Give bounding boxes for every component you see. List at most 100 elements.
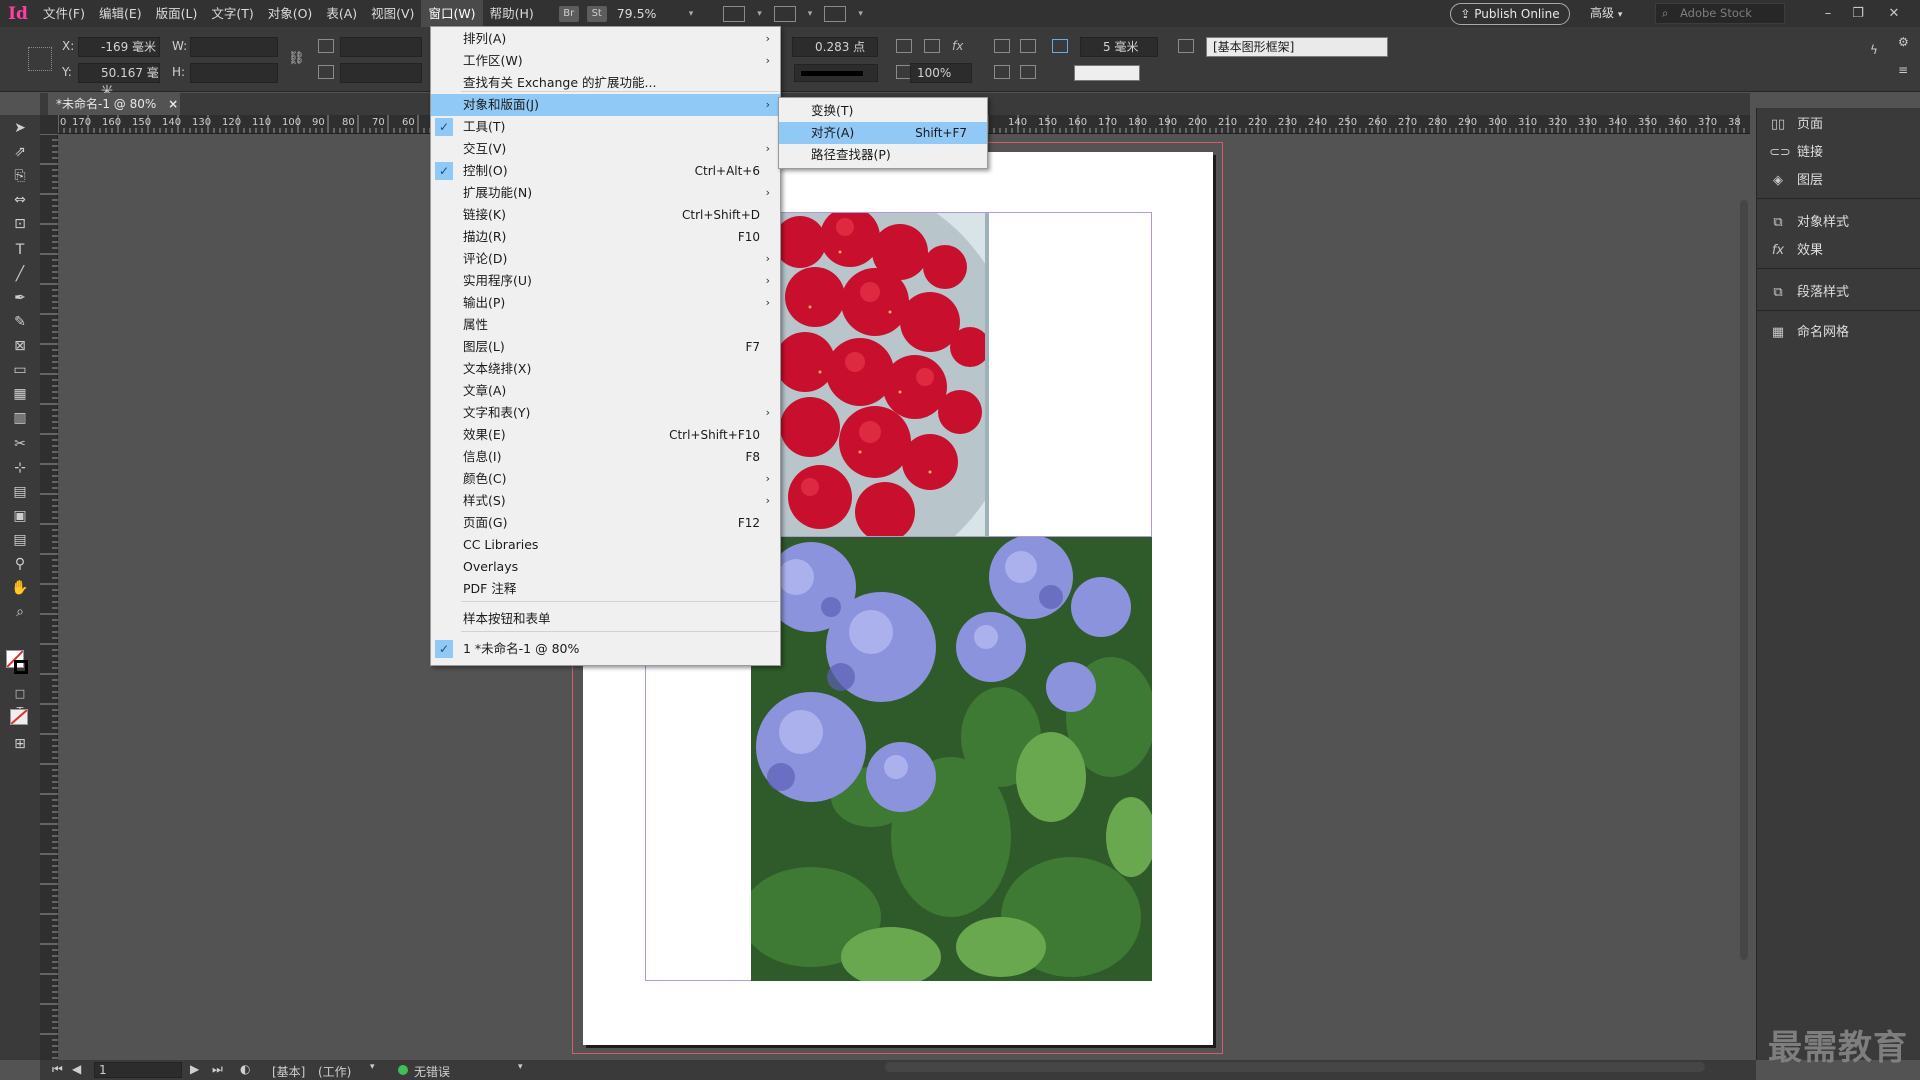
horizontal-scrollbar[interactable] bbox=[885, 1062, 1705, 1072]
mode-dropdown-icon[interactable]: ▾ bbox=[370, 1062, 375, 1072]
panel-item-pages[interactable]: ▯▯ 页面 bbox=[1767, 114, 1917, 136]
height-field[interactable] bbox=[190, 63, 278, 83]
adobe-stock-search[interactable]: ⌕ Adobe Stock bbox=[1655, 3, 1785, 24]
rectangle-frame-tool-icon[interactable]: ⊠ bbox=[10, 337, 30, 355]
scissors-tool-icon[interactable]: ✂ bbox=[10, 435, 30, 453]
hand-tool-icon[interactable]: ✋ bbox=[10, 579, 30, 597]
window-menu-item[interactable]: 工作区(W) › bbox=[431, 50, 780, 72]
window-menu-item[interactable]: 属性 bbox=[431, 314, 780, 336]
align-icon[interactable] bbox=[994, 65, 1010, 79]
window-menu-item[interactable]: 排列(A) › bbox=[431, 28, 780, 50]
window-menu-item[interactable]: 对象和版面(J) › bbox=[431, 94, 780, 116]
stroke-swatch-icon[interactable] bbox=[14, 660, 28, 674]
quick-apply-icon[interactable]: ϟ bbox=[1870, 43, 1886, 57]
menu-help[interactable]: 帮助(H) bbox=[483, 0, 541, 27]
bridge-button[interactable]: Br bbox=[558, 5, 579, 22]
page-number-field[interactable]: 1 bbox=[94, 1062, 182, 1078]
ruler-origin[interactable] bbox=[40, 115, 58, 134]
window-menu-item[interactable]: Overlays bbox=[431, 556, 780, 578]
window-menu-item[interactable]: 输出(P) › bbox=[431, 292, 780, 314]
window-menu-item[interactable]: 效果(E) Ctrl+Shift+F10 bbox=[431, 424, 780, 446]
panel-item-effects[interactable]: fx 效果 bbox=[1767, 240, 1917, 262]
restore-icon[interactable]: ❐ bbox=[1844, 0, 1872, 27]
preflight-icon[interactable]: ◐ bbox=[240, 1062, 250, 1076]
window-menu-item[interactable]: CC Libraries bbox=[431, 534, 780, 556]
publish-online-button[interactable]: ⇪ Publish Online bbox=[1450, 3, 1570, 25]
stock-button[interactable]: St bbox=[586, 5, 607, 22]
menu-table[interactable]: 表(A) bbox=[319, 0, 364, 27]
screen-mode-icon[interactable] bbox=[773, 5, 796, 22]
window-menu-item[interactable]: PDF 注释 bbox=[431, 578, 780, 600]
menu-layout[interactable]: 版面(L) bbox=[149, 0, 205, 27]
x-field[interactable]: -169 毫米 bbox=[78, 37, 160, 57]
settings-gear-icon[interactable]: ⚙ bbox=[1898, 35, 1914, 49]
scale-x-field[interactable] bbox=[340, 37, 422, 57]
direct-selection-tool-icon[interactable]: ⇗ bbox=[10, 143, 30, 161]
text-wrap-2-icon[interactable] bbox=[1020, 39, 1036, 53]
minimize-icon[interactable]: – bbox=[1814, 0, 1842, 27]
menu-window[interactable]: 窗口(W) bbox=[421, 0, 483, 27]
opacity-field[interactable]: 100% bbox=[910, 63, 972, 83]
content-collector-icon[interactable]: ⊡ bbox=[10, 215, 30, 233]
zoom-level[interactable]: 79.5% bbox=[611, 6, 683, 21]
eyedropper-tool-icon[interactable]: ⚲ bbox=[10, 555, 30, 573]
pencil-tool-icon[interactable]: ✎ bbox=[10, 313, 30, 331]
panel-item-layers[interactable]: ◈ 图层 bbox=[1767, 170, 1917, 192]
window-menu-item[interactable]: 交互(V) › bbox=[431, 138, 780, 160]
window-menu-item[interactable]: ✓ 控制(O) Ctrl+Alt+6 bbox=[431, 160, 780, 182]
gap-tool-icon[interactable]: ⇔ bbox=[10, 191, 30, 209]
screen-mode-dropdown-icon[interactable]: ▾ bbox=[808, 9, 813, 19]
panel-item-named-grid[interactable]: ▦ 命名网格 bbox=[1767, 322, 1917, 344]
arrange-dropdown-icon[interactable]: ▾ bbox=[858, 9, 863, 19]
object-style-dropdown[interactable]: [基本图形框架] bbox=[1206, 37, 1388, 57]
window-menu-item[interactable]: 文章(A) bbox=[431, 380, 780, 402]
window-menu-item[interactable]: 链接(K) Ctrl+Shift+D bbox=[431, 204, 780, 226]
submenu-item[interactable]: 对齐(A) Shift+F7 bbox=[779, 122, 987, 144]
distribute-icon[interactable] bbox=[1020, 65, 1036, 79]
window-menu-item[interactable]: 图层(L) F7 bbox=[431, 336, 780, 358]
close-icon[interactable]: ✕ bbox=[1880, 0, 1908, 27]
document-tab[interactable]: *未命名-1 @ 80% × bbox=[48, 93, 180, 115]
next-page-icon[interactable]: ▶ bbox=[190, 1062, 199, 1076]
menu-view[interactable]: 视图(V) bbox=[364, 0, 421, 27]
free-transform-tool-icon[interactable]: ⊹ bbox=[10, 459, 30, 477]
rectangle-tool-icon[interactable]: ▭ bbox=[10, 361, 30, 379]
reference-point-icon[interactable] bbox=[28, 47, 52, 71]
window-menu-item[interactable]: 扩展功能(N) › bbox=[431, 182, 780, 204]
window-menu-item[interactable]: 信息(I) F8 bbox=[431, 446, 780, 468]
menu-file[interactable]: 文件(F) bbox=[36, 0, 92, 27]
y-field[interactable]: 50.167 毫米 bbox=[78, 63, 160, 98]
screen-mode-tool-icon[interactable]: ⊞ bbox=[10, 735, 30, 753]
table-tool-icon[interactable]: ▦ bbox=[10, 385, 30, 403]
type-tool-icon[interactable]: T bbox=[10, 241, 30, 259]
grid-tool-icon[interactable]: ▥ bbox=[10, 409, 30, 427]
prev-page-icon[interactable]: ◀ bbox=[72, 1062, 81, 1076]
panel-item-links[interactable]: ⊂⊃ 链接 bbox=[1767, 142, 1917, 164]
close-tab-icon[interactable]: × bbox=[168, 97, 178, 111]
line-tool-icon[interactable]: ╱ bbox=[10, 265, 30, 283]
selection-tool-icon[interactable]: ➤ bbox=[10, 119, 30, 137]
window-menu-item[interactable]: 样式(S) › bbox=[431, 490, 780, 512]
window-menu-item[interactable]: 文本绕排(X) bbox=[431, 358, 780, 380]
stroke-weight-field[interactable]: 0.283 点 bbox=[792, 37, 878, 57]
fitting-frame-icon[interactable] bbox=[896, 39, 912, 53]
first-page-icon[interactable]: ⏮ bbox=[52, 1062, 63, 1077]
panel-menu-icon[interactable]: ≡ bbox=[1898, 63, 1914, 77]
width-field[interactable] bbox=[190, 37, 278, 57]
window-menu-item[interactable]: 颜色(C) › bbox=[431, 468, 780, 490]
vertical-scrollbar[interactable] bbox=[1740, 200, 1748, 960]
menu-edit[interactable]: 编辑(E) bbox=[92, 0, 149, 27]
last-page-icon[interactable]: ⏭ bbox=[212, 1062, 223, 1077]
view-options-icon[interactable] bbox=[723, 5, 746, 22]
window-menu-item[interactable]: 实用程序(U) › bbox=[431, 270, 780, 292]
panel-item-paragraph-styles[interactable]: ⧉ 段落样式 bbox=[1767, 282, 1917, 304]
gradient-swatch-tool-icon[interactable]: ▤ bbox=[10, 483, 30, 501]
view-options-dropdown-icon[interactable]: ▾ bbox=[757, 9, 762, 19]
hydrangea-photo[interactable] bbox=[751, 537, 1152, 981]
menu-object[interactable]: 对象(O) bbox=[261, 0, 320, 27]
pen-tool-icon[interactable]: ✒ bbox=[10, 289, 30, 307]
window-menu-item[interactable]: ✓ 1 *未命名-1 @ 80% bbox=[431, 638, 780, 660]
preflight-dropdown-icon[interactable]: ▾ bbox=[518, 1062, 523, 1072]
scale-y-field[interactable] bbox=[340, 63, 422, 83]
zoom-dropdown-icon[interactable]: ▾ bbox=[689, 9, 694, 19]
